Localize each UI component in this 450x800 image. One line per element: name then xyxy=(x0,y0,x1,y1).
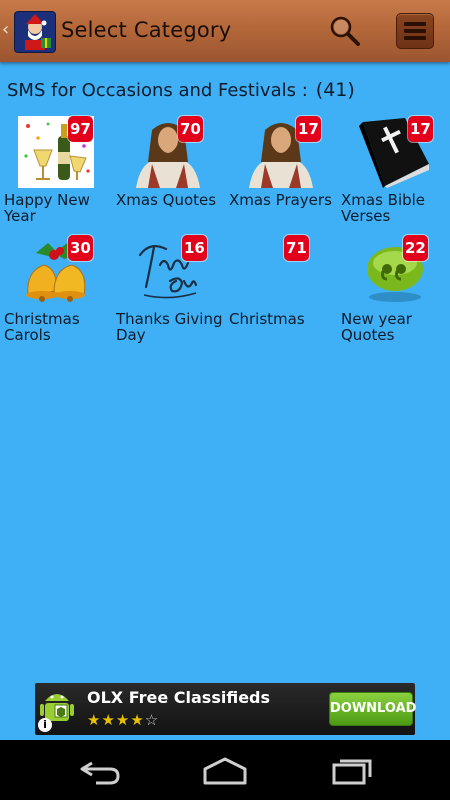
count-badge: 30 xyxy=(68,235,93,261)
category-label: Xmas Quotes xyxy=(116,191,217,209)
overflow-menu-icon[interactable] xyxy=(396,13,434,49)
section-count: (41) xyxy=(315,79,355,101)
ad-info-icon[interactable]: i xyxy=(38,718,52,732)
action-bar: ‹ Select Category xyxy=(0,0,450,62)
category-label: Xmas Bible Verses xyxy=(341,191,426,225)
category-label: Thanks Giving Day xyxy=(116,310,223,344)
section-title: SMS for Occasions and Festivals : xyxy=(7,80,308,101)
category-tile-xmas-quotes[interactable]: 70 Xmas Quotes xyxy=(116,116,226,231)
count-badge: 71 xyxy=(284,235,309,261)
count-badge: 16 xyxy=(182,235,207,261)
star-empty-icon: ☆ xyxy=(144,711,160,729)
category-label: Xmas Prayers xyxy=(229,191,332,209)
category-label: New year Quotes xyxy=(341,310,412,344)
count-badge: 22 xyxy=(403,235,428,261)
section-header: SMS for Occasions and Festivals : (41) xyxy=(7,79,355,101)
category-label: Christmas xyxy=(229,310,305,328)
category-tile-christmas[interactable]: 71 Christmas xyxy=(229,235,339,350)
count-badge: 17 xyxy=(296,116,321,142)
download-button[interactable]: DOWNLOAD xyxy=(329,692,416,726)
category-label: Christmas Carols xyxy=(4,310,80,344)
category-tile-new-year-quotes[interactable]: 22 New year Quotes xyxy=(341,235,450,350)
ad-title: OLX Free Classifieds xyxy=(87,688,271,707)
category-tile-thanks-giving-day[interactable]: 16 Thanks Giving Day xyxy=(116,235,226,350)
count-badge: 97 xyxy=(68,116,93,142)
category-tile-xmas-bible-verses[interactable]: 17 Xmas Bible Verses xyxy=(341,116,450,231)
back-arrow-icon[interactable] xyxy=(76,755,124,787)
ad-banner[interactable]: i OLX Free Classifieds ★★★★☆ DOWNLOAD xyxy=(35,683,416,735)
category-label: Happy New Year xyxy=(4,191,90,225)
ad-rating-stars: ★★★★☆ xyxy=(87,711,159,729)
star-filled-icon: ★★★★ xyxy=(87,711,145,729)
system-nav-bar xyxy=(0,740,450,800)
screen: ‹ Select Category SMS for Occasions and … xyxy=(0,0,450,800)
app-logo-icon[interactable] xyxy=(14,11,56,53)
recent-apps-icon[interactable] xyxy=(328,755,376,787)
search-icon[interactable] xyxy=(328,14,362,48)
category-tile-happy-new-year[interactable]: 97 Happy New Year xyxy=(4,116,114,231)
page-title: Select Category xyxy=(61,18,232,42)
category-tile-christmas-carols[interactable]: 30 Christmas Carols xyxy=(4,235,114,350)
count-badge: 70 xyxy=(178,116,203,142)
count-badge: 17 xyxy=(408,116,433,142)
category-tile-xmas-prayers[interactable]: 17 Xmas Prayers xyxy=(229,116,339,231)
home-icon[interactable] xyxy=(201,755,249,787)
back-chevron-icon[interactable]: ‹ xyxy=(2,18,12,42)
